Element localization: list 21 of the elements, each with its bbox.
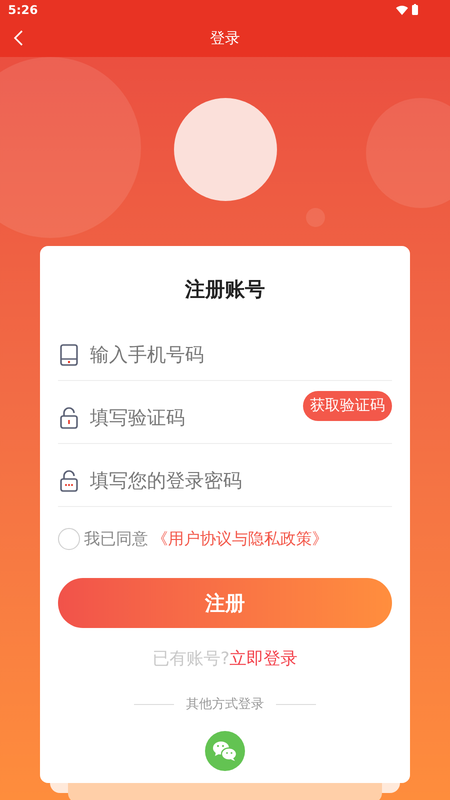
other-login-label: 其他方式登录 [186, 696, 264, 714]
form-title: 注册账号 [185, 276, 265, 303]
status-time: 5:26 [8, 2, 38, 18]
register-button[interactable]: 注册 [58, 578, 392, 628]
agreement-link[interactable]: 《用户协议与隐私政策》 [152, 527, 328, 551]
lock-icon [60, 470, 78, 492]
page-title: 登录 [210, 28, 240, 49]
battery-icon [412, 4, 418, 15]
input-field[interactable]: 填写验证码 [90, 404, 291, 432]
chat-login-button[interactable] [205, 731, 245, 771]
phone-icon [60, 344, 78, 366]
input-field[interactable]: 输入手机号码 [90, 340, 392, 370]
agree-checkbox[interactable] [58, 528, 80, 550]
wifi-icon [396, 4, 408, 14]
chat-bubbles-icon [212, 740, 238, 762]
agreement-text: 我已同意 [84, 528, 148, 550]
input-field[interactable]: 填写您的登录密码 [90, 466, 392, 496]
get-code-button[interactable]: 获取验证码 [303, 390, 392, 420]
login-link[interactable]: 立即登录 [230, 647, 298, 672]
lock-icon [60, 407, 78, 429]
back-icon [13, 30, 23, 46]
